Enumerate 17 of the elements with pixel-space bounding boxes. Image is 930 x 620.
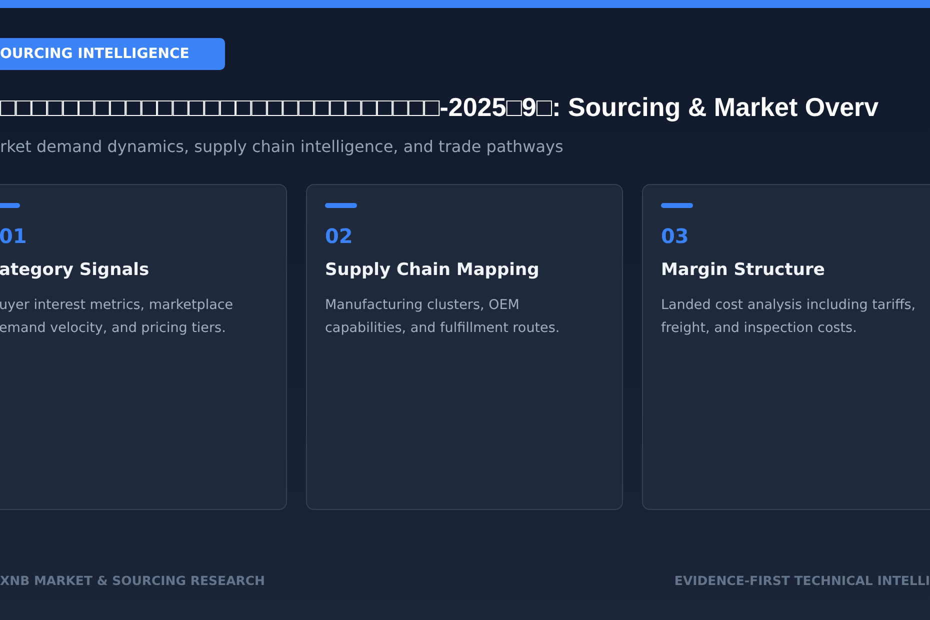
accent-bar xyxy=(325,203,357,208)
card-number: 01 xyxy=(0,224,28,248)
footer-tagline: EVIDENCE-FIRST TECHNICAL INTELLI xyxy=(674,572,930,588)
card-number: 03 xyxy=(661,224,690,248)
card-title: ategory Signals xyxy=(0,260,150,280)
card-number: 02 xyxy=(325,224,354,248)
section-badge: OURCING INTELLIGENCE xyxy=(0,38,226,70)
page-title: □□□□□□□□□□□□□□□□□□□□□□□□□□□□-2025□9□: Sourcing & Market Overv xyxy=(0,92,880,123)
card-title: Margin Structure xyxy=(661,260,826,280)
card-description: uyer interest metrics, marketplace emand velocity, and pricing tiers. xyxy=(0,296,234,338)
accent-bar xyxy=(661,203,693,208)
accent-bar xyxy=(0,203,20,208)
card-title: Supply Chain Mapping xyxy=(325,260,540,280)
footer-brand: XNB MARKET & SOURCING RESEARCH xyxy=(0,572,266,588)
card-description: Manufacturing clusters, OEM capabilities, and fulfillment routes. xyxy=(325,296,561,338)
card-description: Landed cost analysis including tariffs, freight, and inspection costs. xyxy=(661,296,917,338)
page-subtitle: rket demand dynamics, supply chain intelligence, and trade pathways xyxy=(0,137,564,156)
